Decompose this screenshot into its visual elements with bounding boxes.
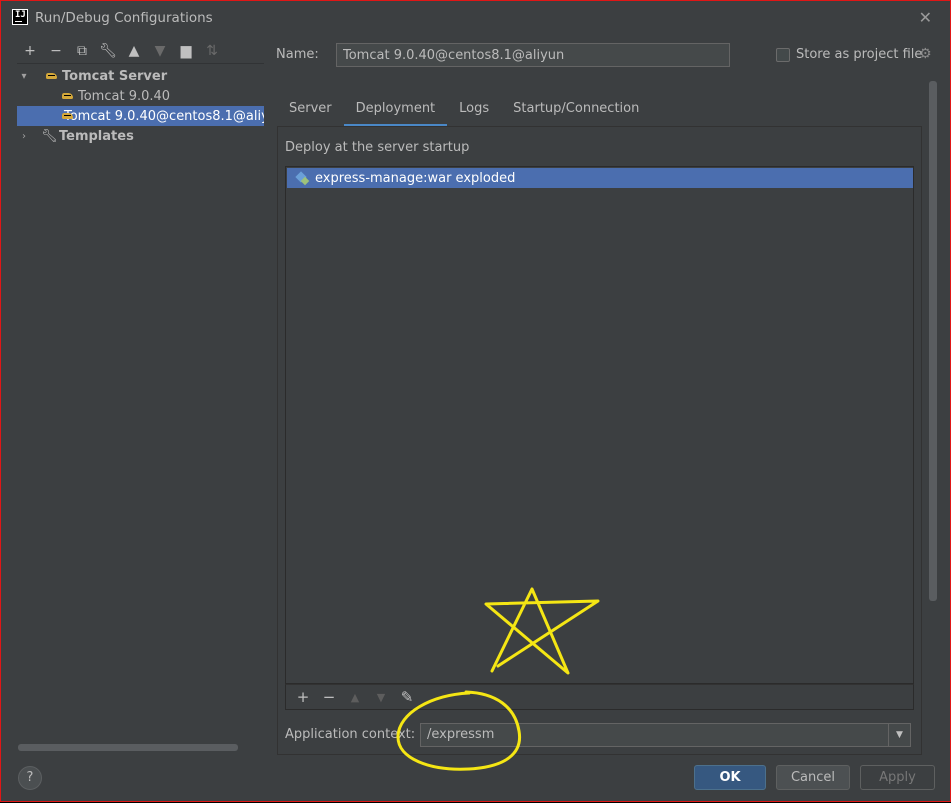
cancel-button[interactable]: Cancel	[776, 765, 850, 790]
config-sidebar: + − ⧉ 🔧︎ ▲ ▼ ▆ ⇅ ▾ Tomcat Server Tomcat …	[17, 39, 264, 755]
tab-server[interactable]: Server	[277, 95, 344, 127]
arrow-down-icon[interactable]: ▼	[147, 40, 173, 62]
minus-icon[interactable]: −	[43, 40, 69, 62]
ok-button[interactable]: OK	[694, 765, 766, 790]
intellij-icon: IJ	[12, 9, 28, 25]
tree-item-tomcat-local[interactable]: Tomcat 9.0.40	[17, 86, 264, 106]
config-tree: ▾ Tomcat Server Tomcat 9.0.40 Tomcat 9.0…	[17, 63, 264, 743]
config-tabs: Server Deployment Logs Startup/Connectio…	[277, 95, 651, 127]
minus-icon[interactable]: −	[316, 688, 342, 706]
title-bar: IJ Run/Debug Configurations ✕	[2, 2, 950, 33]
arrow-down-icon[interactable]: ▼	[368, 691, 394, 704]
tree-group-tomcat-server[interactable]: ▾ Tomcat Server	[17, 66, 264, 86]
plus-icon[interactable]: +	[290, 688, 316, 706]
sidebar-toolbar: + − ⧉ 🔧︎ ▲ ▼ ▆ ⇅	[17, 39, 264, 63]
artifact-label: express-manage:war exploded	[315, 170, 516, 186]
window-title: Run/Debug Configurations	[35, 10, 213, 26]
list-item[interactable]: express-manage:war exploded	[287, 168, 913, 188]
tree-item-tomcat-remote[interactable]: Tomcat 9.0.40@centos8.1@aliyun	[17, 106, 264, 126]
tree-item-label: Tomcat 9.0.40@centos8.1@aliyun	[64, 108, 264, 124]
arrow-up-icon[interactable]: ▲	[121, 40, 147, 62]
store-as-project-label: Store as project file	[796, 47, 923, 62]
gear-icon[interactable]: ⚙	[919, 46, 932, 62]
chevron-down-icon[interactable]: ▾	[17, 71, 31, 82]
name-label: Name:	[276, 47, 319, 62]
artifact-list-toolbar: + − ▲ ▼ ✎	[285, 684, 914, 710]
tomcat-icon	[45, 70, 59, 82]
apply-button[interactable]: Apply	[860, 765, 935, 790]
help-button[interactable]: ?	[18, 766, 42, 790]
chevron-right-icon[interactable]: ›	[17, 131, 31, 142]
tab-startup-connection[interactable]: Startup/Connection	[501, 95, 651, 127]
artifact-icon	[295, 171, 309, 185]
arrow-up-icon[interactable]: ▲	[342, 691, 368, 704]
chevron-down-icon[interactable]: ▼	[888, 724, 910, 746]
application-context-label: Application context:	[285, 727, 416, 742]
tomcat-icon	[61, 90, 75, 102]
horizontal-scrollbar[interactable]	[18, 744, 238, 751]
name-input[interactable]	[336, 43, 730, 67]
wrench-icon: 🔧︎	[41, 128, 58, 144]
store-as-project-checkbox[interactable]	[776, 48, 790, 62]
folder-icon[interactable]: ▆	[173, 40, 199, 62]
sort-icon[interactable]: ⇅	[199, 40, 225, 62]
application-context-value[interactable]: /expressm	[427, 727, 494, 742]
tab-deployment[interactable]: Deployment	[343, 95, 448, 127]
tree-group-templates[interactable]: › 🔧︎ Templates	[17, 126, 264, 146]
tree-group-label: Tomcat Server	[62, 68, 168, 84]
copy-icon[interactable]: ⧉	[69, 40, 95, 62]
tab-logs[interactable]: Logs	[447, 95, 501, 127]
pencil-icon[interactable]: ✎	[394, 688, 420, 706]
close-icon[interactable]: ✕	[919, 8, 932, 27]
application-context-combo[interactable]: /expressm ▼	[420, 723, 911, 747]
deploy-section-label: Deploy at the server startup	[285, 140, 470, 155]
plus-icon[interactable]: +	[17, 40, 43, 62]
vertical-scrollbar[interactable]	[929, 81, 937, 601]
wrench-icon[interactable]: 🔧︎	[95, 40, 121, 62]
artifact-list: express-manage:war exploded	[285, 166, 914, 684]
tree-group-label: Templates	[59, 128, 134, 144]
tree-item-label: Tomcat 9.0.40	[78, 88, 171, 104]
run-debug-dialog: IJ Run/Debug Configurations ✕ + − ⧉ 🔧︎ ▲…	[0, 0, 951, 802]
